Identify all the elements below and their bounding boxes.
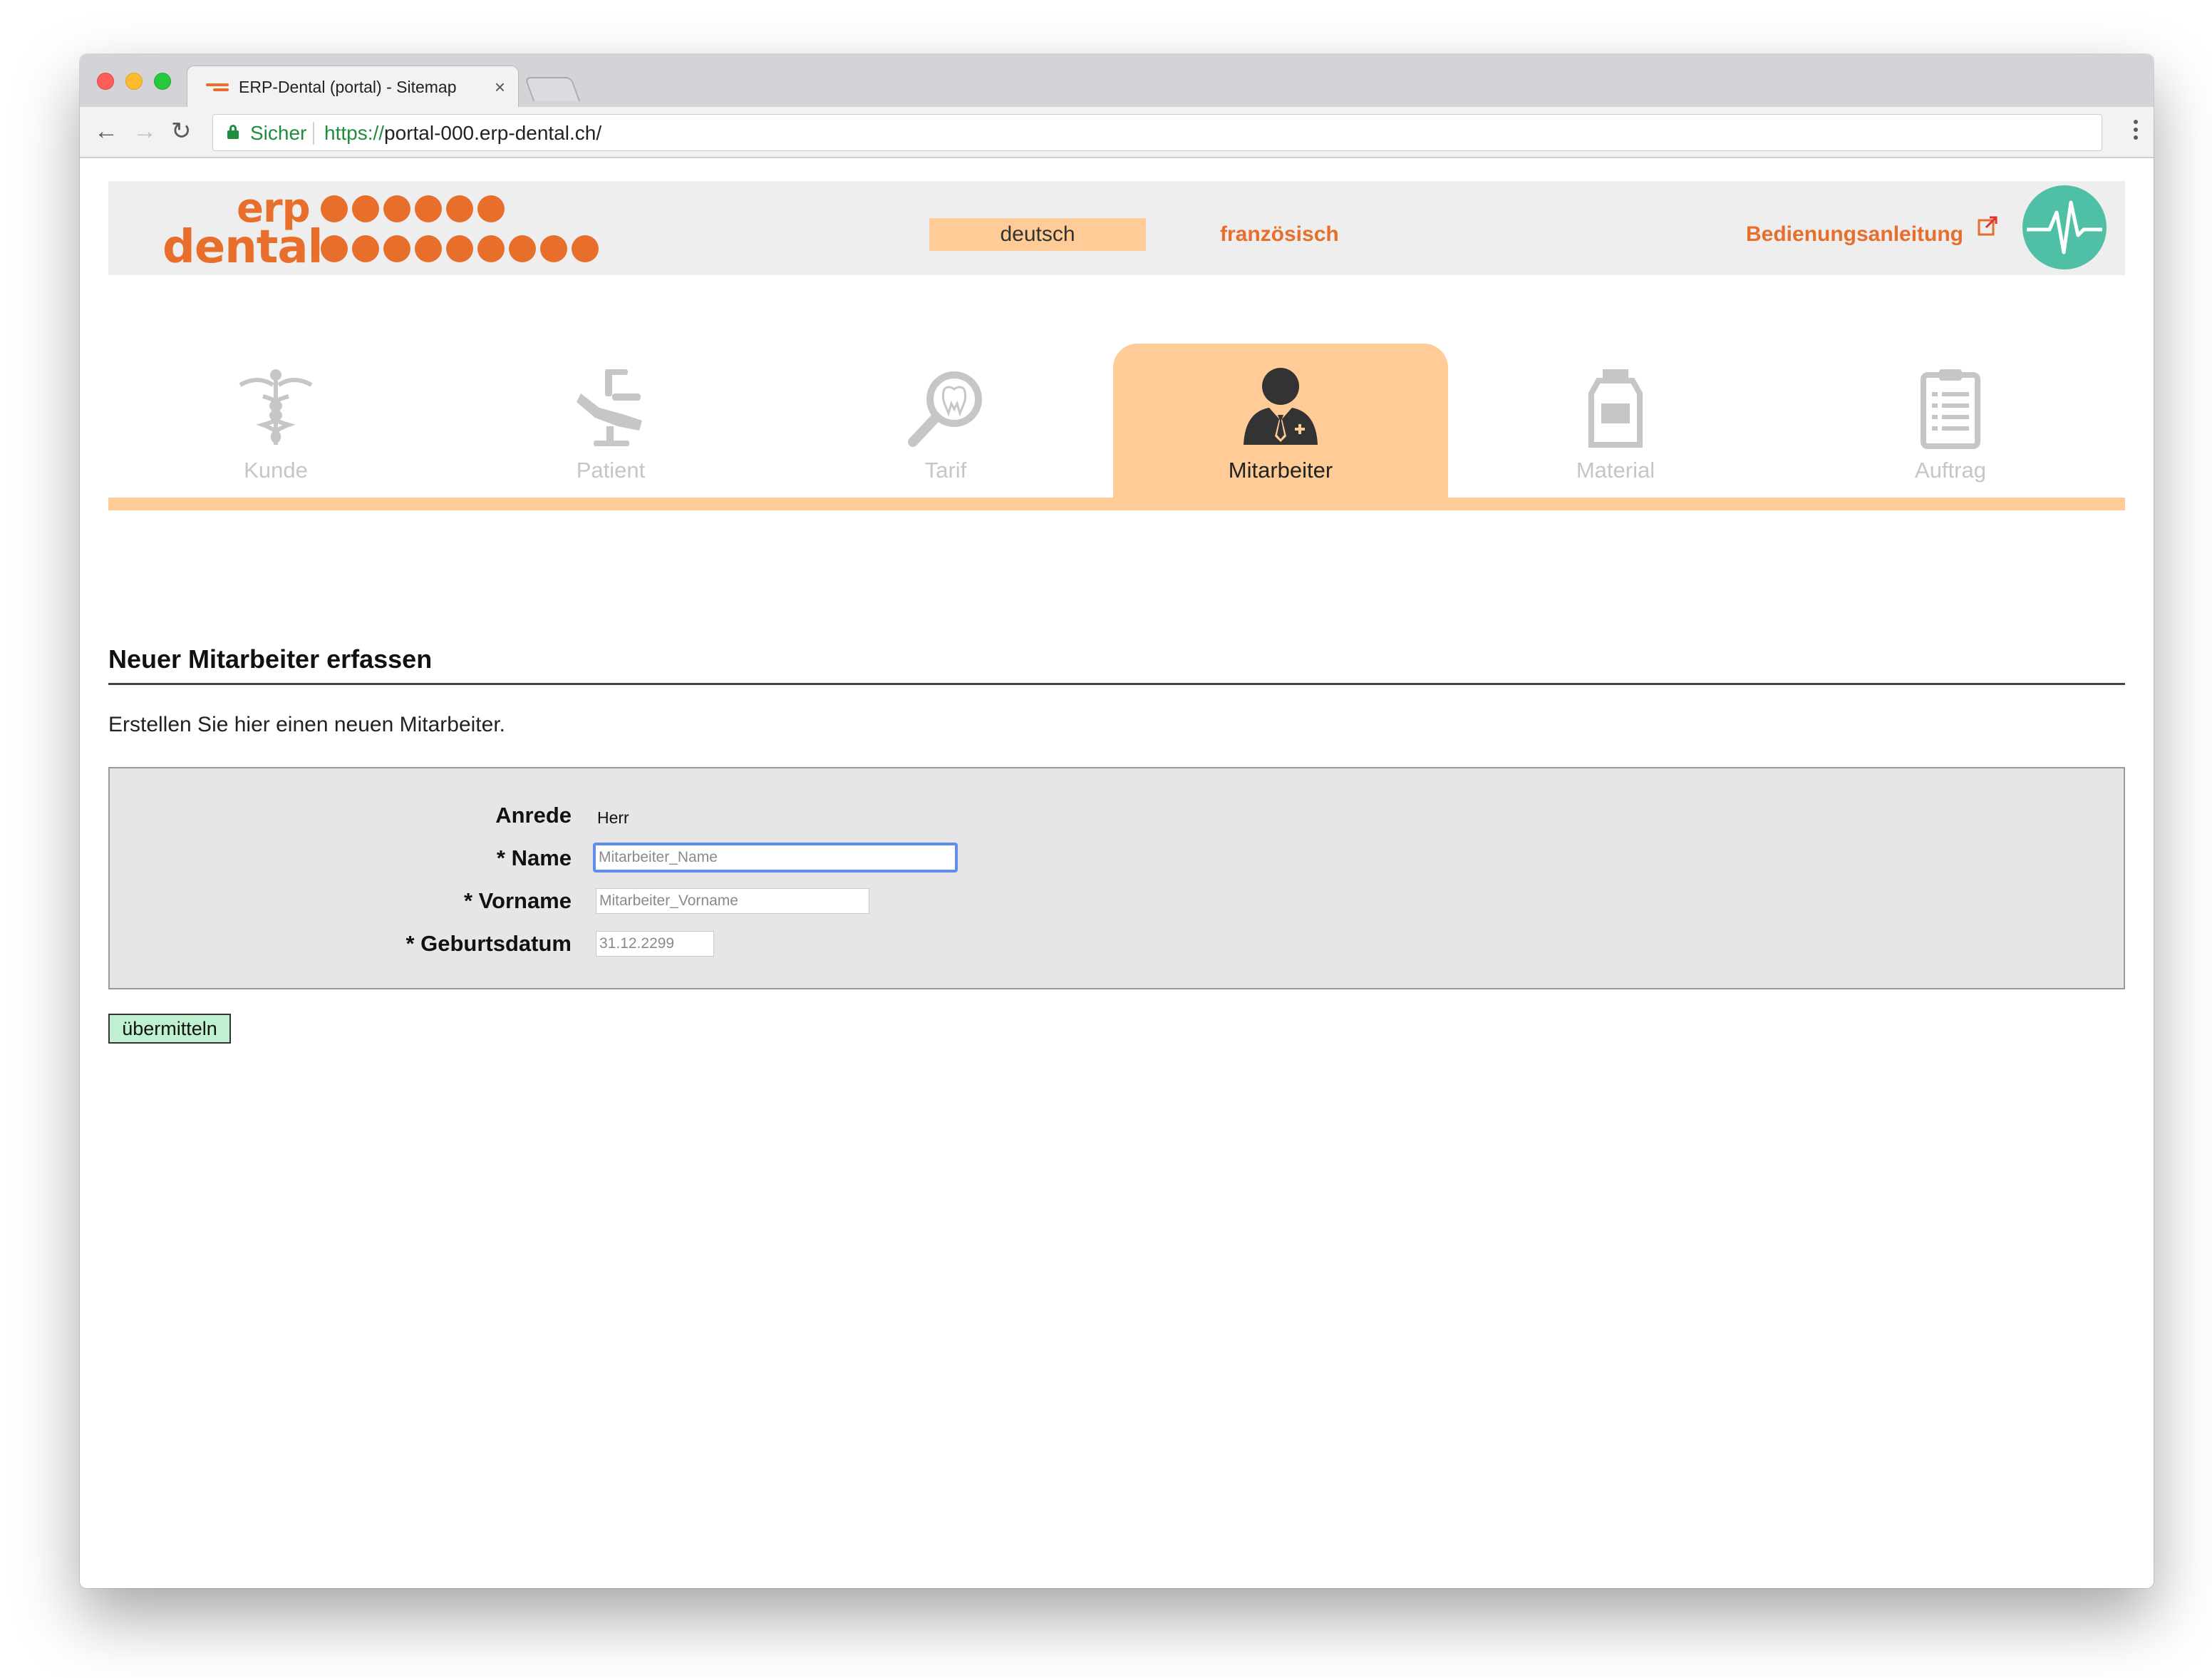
tab-close-icon[interactable]: × xyxy=(495,76,505,98)
tab-kunde-label: Kunde xyxy=(244,458,308,483)
browser-tab-strip: ERP-Dental (portal) - Sitemap × xyxy=(80,54,2154,108)
page-title: Neuer Mitarbeiter erfassen xyxy=(108,644,2125,685)
browser-toolbar: ← → ↻ Sicher https://portal-000.erp-dent… xyxy=(80,107,2154,158)
url-host: portal-000.erp-dental.ch/ xyxy=(384,122,602,144)
tab-tarif[interactable]: Tarif xyxy=(778,344,1113,502)
erp-dental-logo[interactable]: erp dental xyxy=(162,185,599,274)
tab-auftrag[interactable]: Auftrag xyxy=(1783,344,2118,502)
lock-icon xyxy=(227,125,239,139)
minimize-window-button[interactable] xyxy=(125,73,143,90)
user-manual-link[interactable]: Bedienungsanleitung xyxy=(1746,218,1963,251)
forward-button[interactable]: → xyxy=(133,117,157,145)
name-label: * Name xyxy=(496,845,572,870)
tab-mitarbeiter-label: Mitarbeiter xyxy=(1228,458,1333,483)
new-tab-button[interactable] xyxy=(524,77,581,101)
form-row-geburtsdatum: * Geburtsdatum xyxy=(110,925,2124,961)
tab-kunde[interactable]: Kunde xyxy=(108,344,443,502)
url-scheme: https:// xyxy=(324,122,385,144)
logo-dots-row-1 xyxy=(321,195,505,222)
language-french-link[interactable]: französisch xyxy=(1220,218,1434,251)
form-row-vorname: * Vorname xyxy=(110,882,2124,918)
vorname-label: * Vorname xyxy=(463,888,572,913)
tab-material-label: Material xyxy=(1576,458,1655,483)
tab-auftrag-label: Auftrag xyxy=(1915,458,1986,483)
anrede-label: Anrede xyxy=(495,803,572,828)
tab-tarif-label: Tarif xyxy=(924,458,967,483)
url-separator xyxy=(313,122,314,145)
logo-dots-row-2 xyxy=(321,235,599,262)
tab-patient-label: Patient xyxy=(576,458,646,483)
jar-icon xyxy=(1588,369,1643,448)
staff-person-icon xyxy=(1244,368,1318,445)
tab-patient[interactable]: Patient xyxy=(443,344,778,502)
address-bar[interactable]: Sicher https://portal-000.erp-dental.ch/ xyxy=(212,114,2102,151)
site-header: erp dental deutsch französisch Bedienung… xyxy=(108,181,2125,275)
tooth-magnifier-icon xyxy=(908,371,982,447)
browser-menu-icon[interactable] xyxy=(2134,120,2138,143)
anrede-value: Herr xyxy=(597,808,629,827)
caduceus-icon xyxy=(239,369,313,445)
tab-material[interactable]: Material xyxy=(1448,344,1783,502)
tab-title: ERP-Dental (portal) - Sitemap xyxy=(239,78,457,96)
page-intro: Erstellen Sie hier einen neuen Mitarbeit… xyxy=(108,713,505,736)
page-content: erp dental deutsch französisch Bedienung… xyxy=(80,160,2154,1588)
language-german-button[interactable]: deutsch xyxy=(929,218,1146,251)
browser-window: ERP-Dental (portal) - Sitemap × ← → ↻ Si… xyxy=(80,54,2154,1588)
form-row-name: * Name xyxy=(110,840,2124,875)
reload-button[interactable]: ↻ xyxy=(171,117,192,145)
maximize-window-button[interactable] xyxy=(154,73,171,90)
tab-mitarbeiter[interactable]: Mitarbeiter xyxy=(1113,344,1448,502)
form-row-anrede: Anrede Herr xyxy=(110,797,2124,833)
name-input[interactable] xyxy=(593,843,958,873)
dental-chair-icon xyxy=(577,369,642,446)
favicon-icon xyxy=(206,83,229,96)
logo-text-dental: dental xyxy=(162,221,323,274)
geburtsdatum-input[interactable] xyxy=(596,931,714,957)
clipboard-icon xyxy=(1921,369,1980,449)
employee-form: Anrede Herr * Name * Vorname * Geburtsda… xyxy=(108,767,2125,989)
geburtsdatum-label: * Geburtsdatum xyxy=(405,931,572,956)
url-text[interactable]: https://portal-000.erp-dental.ch/ xyxy=(324,122,601,145)
secure-label: Sicher xyxy=(250,122,307,144)
heartbeat-logo-icon xyxy=(2022,185,2107,269)
external-link-icon[interactable] xyxy=(1977,215,2000,238)
vorname-input[interactable] xyxy=(596,888,869,914)
back-button[interactable]: ← xyxy=(94,117,118,145)
browser-tab[interactable]: ERP-Dental (portal) - Sitemap × xyxy=(187,66,519,108)
module-navigation: Kunde Patient Tarif Mitarbeiter Material… xyxy=(108,344,2125,510)
submit-button[interactable]: übermitteln xyxy=(108,1014,231,1044)
close-window-button[interactable] xyxy=(97,73,114,90)
